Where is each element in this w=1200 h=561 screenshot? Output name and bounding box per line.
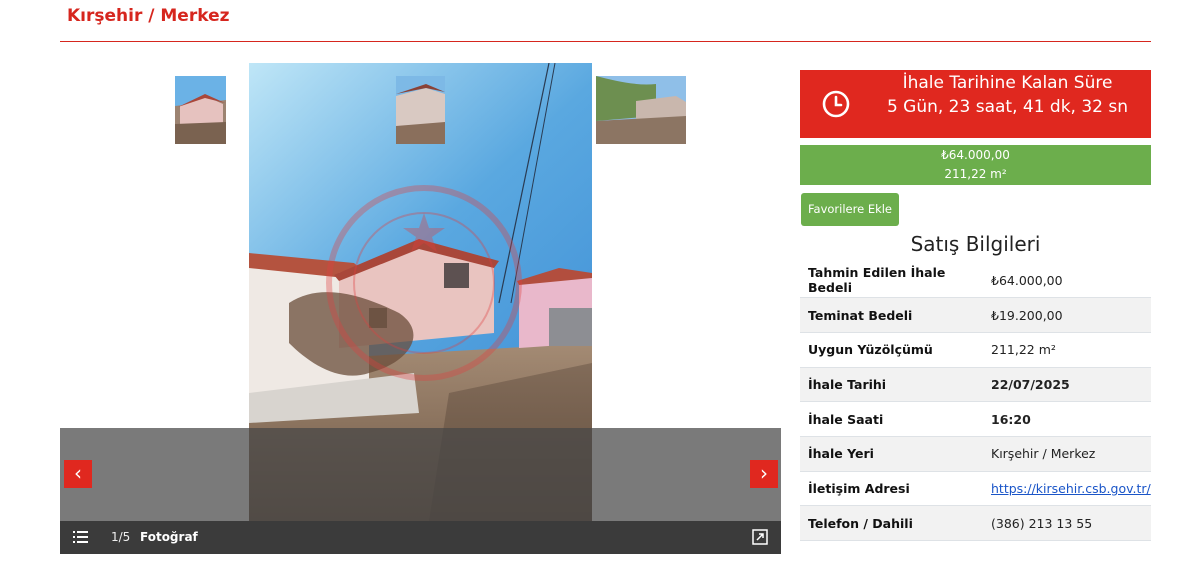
area-value: 211,22 m² [944, 167, 1007, 181]
add-to-favorites-button[interactable]: Favorilere Ekle [801, 193, 899, 226]
contact-link[interactable]: https://kirsehir.csb.gov.tr/ [991, 481, 1151, 496]
list-icon[interactable] [73, 530, 88, 544]
price-value: ₺64.000,00 [941, 148, 1010, 162]
countdown-value: 5 Gün, 23 saat, 41 dk, 32 sn [886, 97, 1129, 117]
row-label: Teminat Bedeli [808, 307, 913, 323]
price-summary: ₺64.000,00 211,22 m² [800, 145, 1151, 185]
table-row: İhale Saati 16:20 [800, 402, 1151, 437]
sale-info-table: Tahmin Edilen İhale Bedeli ₺64.000,00 Te… [800, 263, 1151, 541]
table-row: Uygun Yüzölçümü 211,22 m² [800, 332, 1151, 368]
gallery-toolbar: 1/5 Fotoğraf [60, 521, 781, 554]
table-row: Telefon / Dahili (386) 213 13 55 [800, 505, 1151, 541]
table-row: Teminat Bedeli ₺19.200,00 [800, 297, 1151, 333]
row-value: https://kirsehir.csb.gov.tr/ [983, 471, 1151, 506]
thumbnail-strip [60, 428, 781, 521]
prev-photo-button[interactable]: ‹ [64, 460, 92, 488]
row-value: 211,22 m² [991, 342, 1056, 358]
row-label: İhale Saati [808, 411, 884, 427]
thumbnail-2[interactable] [396, 76, 445, 144]
fullscreen-icon[interactable] [752, 529, 768, 545]
row-value: Kırşehir / Merkez [991, 446, 1096, 462]
row-value: (386) 213 13 55 [991, 515, 1093, 531]
row-label: Uygun Yüzölçümü [808, 342, 933, 358]
countdown-text: İhale Tarihine Kalan Süre 5 Gün, 23 saat… [870, 70, 1145, 138]
row-label: Telefon / Dahili [808, 515, 913, 531]
clock-icon [822, 90, 850, 118]
title-divider [60, 41, 1151, 42]
row-value: 16:20 [991, 411, 1031, 427]
countdown-title: İhale Tarihine Kalan Süre [902, 73, 1113, 93]
row-label: Tahmin Edilen İhale Bedeli [808, 265, 946, 296]
table-row: İhale Tarihi 22/07/2025 [800, 367, 1151, 402]
row-label: İhale Tarihi [808, 376, 887, 392]
row-value: 22/07/2025 [991, 376, 1070, 392]
table-row: Tahmin Edilen İhale Bedeli ₺64.000,00 [800, 263, 1151, 298]
photo-gallery: ‹ › 1/5 Fotoğraf [60, 63, 781, 554]
auction-countdown: İhale Tarihine Kalan Süre 5 Gün, 23 saat… [800, 70, 1151, 138]
gallery-label: Fotoğraf [140, 530, 198, 544]
thumbnail-1[interactable] [175, 76, 226, 144]
row-label: İhale Yeri [808, 446, 874, 462]
row-value: ₺19.200,00 [991, 307, 1063, 323]
photo-counter: 1/5 [111, 530, 131, 544]
table-row: İhale Yeri Kırşehir / Merkez [800, 436, 1151, 472]
table-row: İletişim Adresi https://kirsehir.csb.gov… [800, 471, 1151, 506]
page-title: Kırşehir / Merkez [67, 6, 230, 26]
thumbnail-3[interactable] [596, 76, 686, 144]
sale-info-title: Satış Bilgileri [910, 232, 1041, 256]
row-value: ₺64.000,00 [991, 272, 1063, 288]
row-label: İletişim Adresi [808, 480, 910, 496]
next-photo-button[interactable]: › [750, 460, 778, 488]
